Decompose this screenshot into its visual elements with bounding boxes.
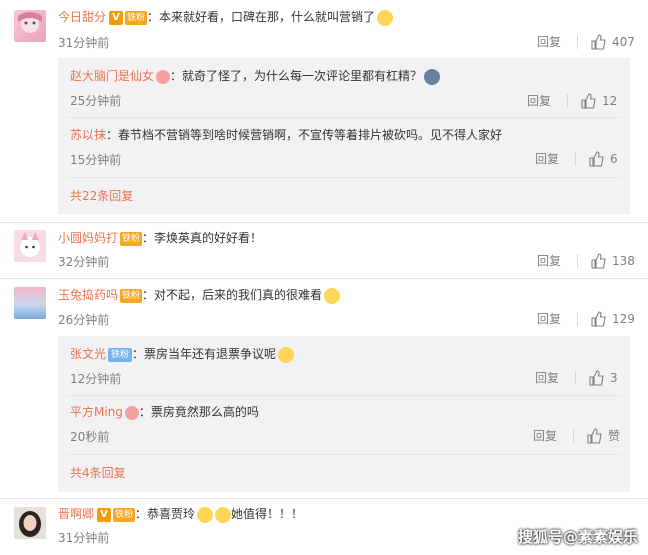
- comment-text: ：恭喜贾玲: [135, 507, 196, 521]
- divider: [577, 35, 579, 49]
- verified-icon: V: [97, 507, 112, 522]
- vip-icon: [156, 69, 171, 84]
- reply-text: ：票房当年还有退票争议呢: [132, 347, 277, 361]
- comment-time: 31分钟前: [58, 531, 110, 545]
- reply-username[interactable]: 平方Ming: [70, 405, 123, 419]
- divider: [66, 117, 622, 118]
- reply-button[interactable]: 回复: [527, 93, 551, 109]
- reply-button[interactable]: 回复: [537, 253, 561, 269]
- avatar[interactable]: [14, 10, 46, 42]
- thumbs-up-icon[interactable]: [580, 93, 596, 109]
- reply-time: 25分钟前: [70, 94, 122, 108]
- thumbs-up-icon[interactable]: [586, 428, 602, 444]
- reply-username[interactable]: 张文光: [70, 347, 106, 361]
- divider: [0, 278, 648, 279]
- divider: [573, 429, 575, 443]
- reply-button[interactable]: 回复: [535, 370, 559, 386]
- comment-line: 今日甜分 V 铁粉 ：本来就好看，口碑在那，什么就叫营销了: [58, 8, 394, 26]
- reply-line: 平方Ming ：票房竟然那么高的吗: [70, 403, 259, 421]
- comment-actions: 回复 138: [537, 253, 635, 269]
- comment-section: 今日甜分 V 铁粉 ：本来就好看，口碑在那，什么就叫营销了 31分钟前 回复 407 …: [0, 0, 648, 555]
- reply-line: 赵大脑门是仙女 ：就奇了怪了，为什么每一次评论里都有杠精？: [70, 67, 441, 85]
- comment-username[interactable]: 小圆妈妈打: [58, 231, 118, 245]
- reply-time: 12分钟前: [70, 372, 122, 386]
- emoji-icon: [377, 9, 394, 26]
- thumbs-up-icon[interactable]: [588, 370, 604, 386]
- divider: [575, 152, 577, 166]
- reply-actions: 回复 12: [527, 93, 617, 109]
- thumbs-up-icon[interactable]: [590, 34, 606, 50]
- thumbs-up-icon[interactable]: [588, 151, 604, 167]
- avatar[interactable]: [14, 507, 46, 539]
- like-count: 138: [612, 254, 635, 268]
- fan-badge: 铁粉: [120, 231, 143, 246]
- emoji-icon: [424, 68, 441, 85]
- comment-username[interactable]: 玉兔捣药吗: [58, 288, 118, 302]
- avatar[interactable]: [14, 287, 46, 319]
- like-count: 12: [602, 94, 618, 108]
- reply-username[interactable]: 苏以抹: [70, 128, 106, 142]
- comment-actions: 回复 407: [537, 34, 635, 50]
- reply-actions: 回复 3: [535, 370, 618, 386]
- reply-button[interactable]: 回复: [535, 151, 559, 167]
- comment-actions: 回复 129: [537, 311, 635, 327]
- more-replies-link[interactable]: 共22条回复: [70, 188, 133, 204]
- more-replies-link[interactable]: 共4条回复: [70, 465, 126, 481]
- reply-button[interactable]: 回复: [537, 311, 561, 327]
- emoji-icon: [215, 506, 232, 523]
- divider: [575, 371, 577, 385]
- comment-text: ：本来就好看，口碑在那，什么就叫营销了: [147, 10, 376, 24]
- fan-badge: 铁粉: [120, 288, 143, 303]
- divider: [577, 312, 579, 326]
- reply-username[interactable]: 赵大脑门是仙女: [70, 69, 154, 83]
- reply-button[interactable]: 回复: [533, 428, 557, 444]
- comment-time: 26分钟前: [58, 313, 110, 327]
- thumbs-up-icon[interactable]: [590, 311, 606, 327]
- divider: [577, 254, 579, 268]
- comment-time: 32分钟前: [58, 255, 110, 269]
- reply-line: 张文光 铁粉 ：票房当年还有退票争议呢: [70, 345, 295, 363]
- divider: [567, 94, 569, 108]
- divider: [0, 498, 648, 499]
- like-count: 赞: [608, 429, 621, 443]
- reply-actions: 回复 6: [535, 151, 618, 167]
- divider: [66, 395, 622, 396]
- like-count: 6: [610, 152, 618, 166]
- fan-badge: 铁粉: [108, 347, 133, 362]
- comment-time: 31分钟前: [58, 36, 110, 50]
- reply-actions: 回复 赞: [533, 428, 620, 444]
- emoji-icon: [278, 346, 295, 363]
- reply-text: ：就奇了怪了，为什么每一次评论里都有杠精？: [170, 69, 423, 83]
- thumbs-up-icon[interactable]: [590, 253, 606, 269]
- comment-username[interactable]: 今日甜分: [58, 10, 106, 24]
- like-count: 129: [612, 312, 635, 326]
- comment-text: ：对不起，后来的我们真的很难看: [142, 288, 323, 302]
- reply-text: ：票房竟然那么高的吗: [138, 405, 259, 419]
- reply-text: ：春节档不营销等到啥时候营销啊，不宣传等着排片被砍吗。见不得人家好: [106, 128, 503, 142]
- divider: [66, 177, 622, 178]
- reply-time: 20秒前: [70, 430, 110, 444]
- emoji-icon: [324, 287, 341, 304]
- fan-badge: 铁粉: [125, 10, 148, 25]
- divider: [66, 454, 622, 455]
- reply-line: 苏以抹：春节档不营销等到啥时候营销啊，不宣传等着排片被砍吗。见不得人家好: [70, 126, 502, 144]
- vip-icon: [124, 405, 139, 420]
- like-count: 3: [610, 371, 618, 385]
- like-count: 407: [612, 35, 635, 49]
- divider: [0, 222, 648, 223]
- reply-time: 15分钟前: [70, 153, 122, 167]
- comment-line: 小圆妈妈打 铁粉 ：李焕英真的好好看！: [58, 229, 262, 247]
- verified-icon: V: [109, 10, 124, 25]
- watermark: 搜狐号@素素娱乐: [517, 528, 638, 546]
- comment-text-end: 她值得！！！: [231, 507, 304, 521]
- fan-badge: 铁粉: [113, 507, 136, 522]
- comment-line: 晋啊卿 V 铁粉 ：恭喜贾玲 她值得！！！: [58, 505, 303, 523]
- emoji-icon: [197, 506, 214, 523]
- reply-button[interactable]: 回复: [537, 34, 561, 50]
- comment-username[interactable]: 晋啊卿: [58, 507, 94, 521]
- avatar[interactable]: [14, 230, 46, 262]
- comment-text: ：李焕英真的好好看！: [142, 231, 263, 245]
- comment-line: 玉兔捣药吗 铁粉 ：对不起，后来的我们真的很难看: [58, 286, 341, 304]
